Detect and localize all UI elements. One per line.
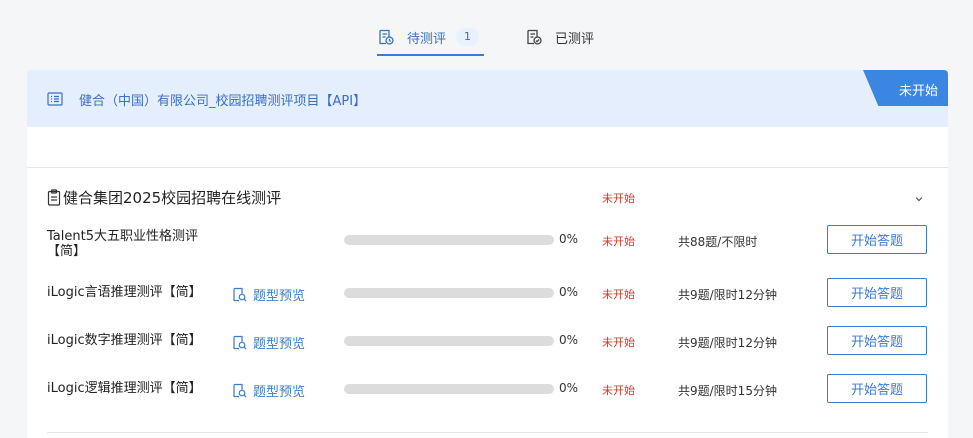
test-name: Talent5大五职业性格测评 【简】 bbox=[47, 229, 198, 259]
test-meta: 共88题/不限时 bbox=[678, 235, 758, 249]
preview-label: 题型预览 bbox=[253, 337, 306, 352]
progress-percent: 0% bbox=[559, 381, 579, 395]
list-icon bbox=[47, 91, 63, 107]
test-meta: 共9题/限时12分钟 bbox=[678, 336, 777, 350]
start-answer-button[interactable]: 开始答题 bbox=[827, 278, 927, 307]
test-status: 未开始 bbox=[602, 336, 635, 349]
test-row: iLogic逻辑推理测评【简】 题型预览 0% 未开始 共9题/限时15分钟 开… bbox=[27, 369, 948, 409]
document-clock-icon bbox=[377, 28, 395, 46]
test-name-line: 【简】 bbox=[47, 244, 87, 259]
start-answer-button[interactable]: 开始答题 bbox=[827, 374, 927, 403]
test-name-line: Talent5大五职业性格测评 bbox=[47, 229, 198, 244]
test-status: 未开始 bbox=[602, 235, 635, 248]
section-status: 未开始 bbox=[602, 192, 635, 205]
progress-percent: 0% bbox=[559, 333, 579, 347]
divider bbox=[47, 432, 928, 433]
progress-percent: 0% bbox=[559, 285, 579, 299]
section-title: 健合集团2025校园招聘在线测评 bbox=[47, 187, 281, 208]
preview-link[interactable]: 题型预览 bbox=[232, 381, 305, 400]
test-name: iLogic数字推理测评【简】 bbox=[47, 333, 202, 348]
tab-pending[interactable]: 待测评 1 bbox=[377, 26, 480, 48]
progress-percent: 0% bbox=[559, 232, 579, 246]
preview-link[interactable]: 题型预览 bbox=[232, 333, 305, 352]
preview-icon bbox=[232, 383, 247, 398]
start-answer-button[interactable]: 开始答题 bbox=[827, 225, 927, 254]
project-card: 健合（中国）有限公司_校园招聘测评项目【API】 未开始 健合集团2025校园招… bbox=[27, 70, 948, 438]
project-header: 健合（中国）有限公司_校园招聘测评项目【API】 未开始 bbox=[27, 70, 948, 127]
test-status: 未开始 bbox=[602, 384, 635, 397]
active-tab-indicator bbox=[377, 54, 484, 56]
project-title: 健合（中国）有限公司_校园招聘测评项目【API】 bbox=[79, 94, 367, 109]
pending-count-badge: 1 bbox=[456, 28, 480, 46]
preview-icon bbox=[232, 335, 247, 350]
progress-bar bbox=[344, 235, 554, 245]
tab-bar: 待测评 1 已测评 bbox=[0, 0, 973, 58]
start-answer-button[interactable]: 开始答题 bbox=[827, 326, 927, 355]
tab-done[interactable]: 已测评 bbox=[525, 26, 594, 48]
chevron-down-icon[interactable] bbox=[913, 190, 925, 202]
section-title-text: 健合集团2025校园招聘在线测评 bbox=[63, 189, 282, 207]
test-row: iLogic数字推理测评【简】 题型预览 0% 未开始 共9题/限时12分钟 开… bbox=[27, 321, 948, 361]
test-status: 未开始 bbox=[602, 288, 635, 301]
test-row: iLogic言语推理测评【简】 题型预览 0% 未开始 共9题/限时12分钟 开… bbox=[27, 273, 948, 313]
test-meta: 共9题/限时15分钟 bbox=[678, 384, 777, 398]
test-name: iLogic言语推理测评【简】 bbox=[47, 285, 202, 300]
preview-link[interactable]: 题型预览 bbox=[232, 285, 305, 304]
tab-pending-label: 待测评 bbox=[407, 31, 447, 47]
progress-bar bbox=[344, 336, 554, 346]
project-status-ribbon: 未开始 bbox=[863, 70, 948, 106]
document-check-icon bbox=[525, 28, 543, 46]
clipboard-icon bbox=[47, 189, 61, 206]
divider bbox=[27, 167, 948, 168]
preview-label: 题型预览 bbox=[253, 289, 306, 304]
project-status-text: 未开始 bbox=[898, 84, 938, 99]
preview-label: 题型预览 bbox=[253, 385, 306, 400]
tab-done-label: 已测评 bbox=[555, 31, 595, 47]
progress-bar bbox=[344, 288, 554, 298]
preview-icon bbox=[232, 287, 247, 302]
progress-bar bbox=[344, 384, 554, 394]
test-name: iLogic逻辑推理测评【简】 bbox=[47, 381, 202, 396]
test-meta: 共9题/限时12分钟 bbox=[678, 288, 777, 302]
test-row: Talent5大五职业性格测评 【简】 0% 未开始 共88题/不限时 开始答题 bbox=[27, 220, 948, 260]
